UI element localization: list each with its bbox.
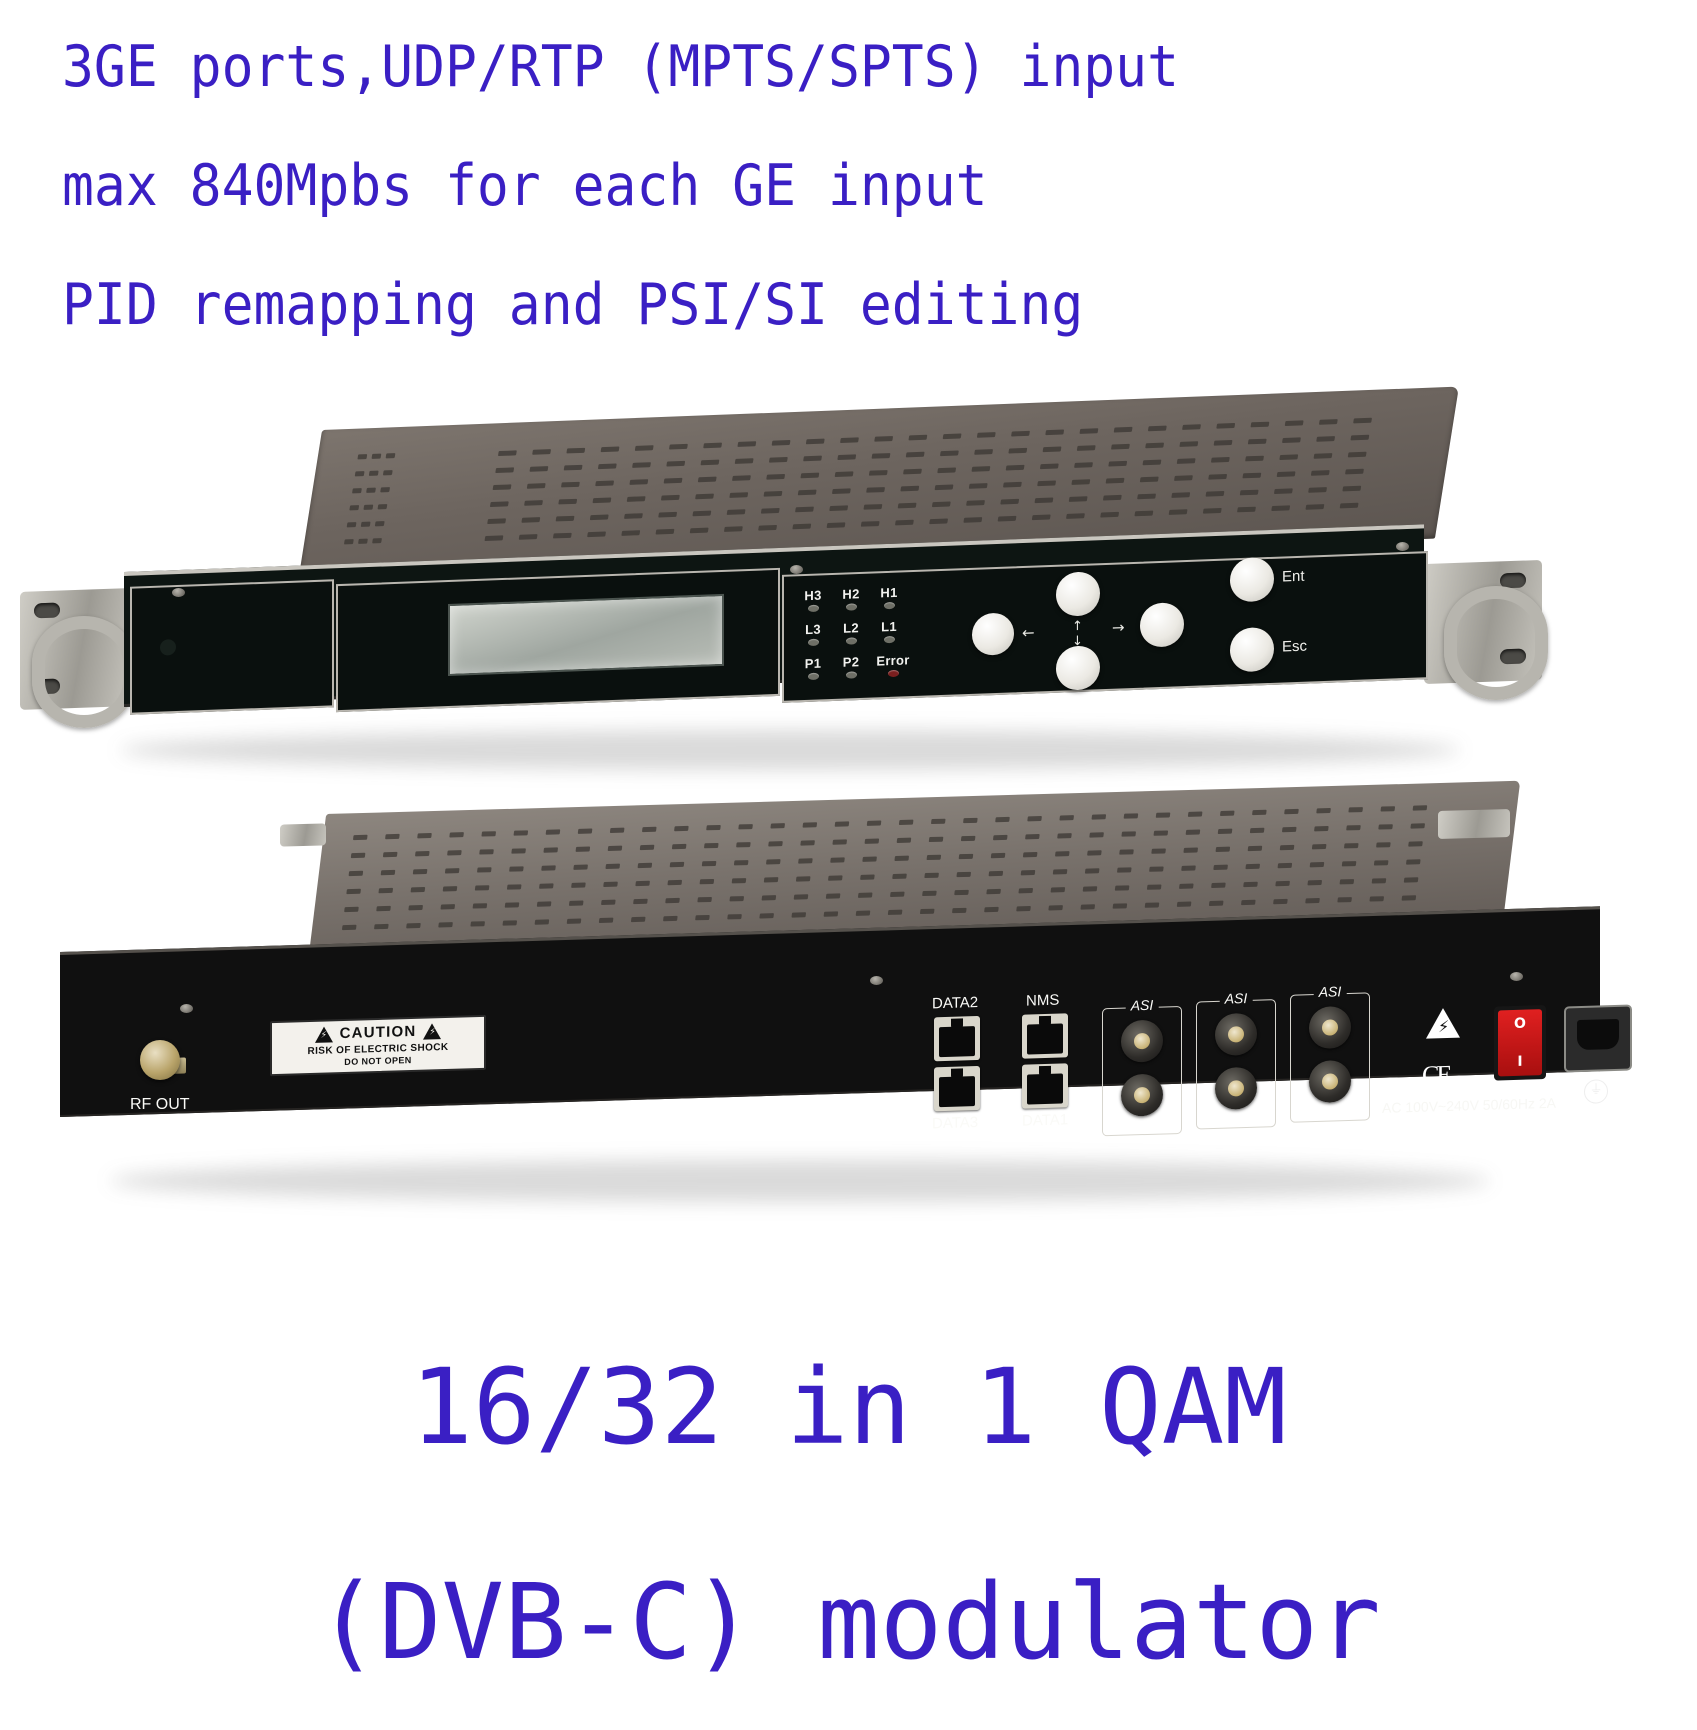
port-label-data2: DATA2 bbox=[932, 993, 979, 1013]
escape-button[interactable] bbox=[1230, 626, 1274, 673]
rear-screw-left bbox=[180, 1004, 193, 1013]
arrow-up-icon: ↑ bbox=[1072, 618, 1083, 635]
hazard-warning-icon: ⚡ bbox=[1426, 1007, 1460, 1039]
ethernet-port-data1[interactable] bbox=[1022, 1063, 1068, 1109]
ir-sensor-icon bbox=[160, 639, 176, 656]
hazard-triangle-right-icon: ⚡ bbox=[423, 1022, 442, 1040]
power-switch-on-label: I bbox=[1517, 1053, 1523, 1070]
asi-port-block: ASI ASI ASI bbox=[1102, 983, 1392, 1141]
rear-ear-left bbox=[280, 823, 326, 847]
port-label-nms: NMS bbox=[1026, 991, 1060, 1010]
asi-group-3: ASI bbox=[1290, 983, 1370, 1123]
enter-button-label: Ent bbox=[1282, 567, 1305, 586]
escape-button-label: Esc bbox=[1282, 637, 1308, 656]
led-dot-error bbox=[887, 669, 899, 678]
led-label-h2: H2 bbox=[842, 586, 860, 602]
led-indicator-block: H3 H2 H1 L3 L2 L1 P1 P2 Error bbox=[792, 568, 992, 685]
asi-group-1: ASI bbox=[1102, 996, 1182, 1137]
led-dot-h2 bbox=[845, 603, 857, 611]
nav-button-up[interactable] bbox=[1056, 571, 1100, 617]
rf-out-label: RF OUT bbox=[130, 1096, 190, 1113]
rear-ear-right bbox=[1438, 809, 1510, 839]
led-label-p2: P2 bbox=[842, 654, 860, 670]
front-bezel-left bbox=[130, 579, 334, 715]
marketing-line-3: PID remapping and PSI/SI editing bbox=[62, 272, 1084, 338]
arrow-right-icon: → bbox=[1112, 618, 1125, 637]
nav-button-right[interactable] bbox=[1140, 602, 1184, 648]
led-label-l1: L1 bbox=[881, 618, 897, 635]
device-rear-view: RF OUT ⚡ CAUTION ⚡ RISK OF ELECTRIC SHOC… bbox=[60, 780, 1632, 1180]
hazard-triangle-left-icon: ⚡ bbox=[314, 1025, 333, 1043]
led-label-l3: L3 bbox=[805, 621, 821, 638]
lcd-display bbox=[448, 593, 724, 677]
asi-connector-2a[interactable] bbox=[1215, 1012, 1257, 1056]
device-front-view: H3 H2 H1 L3 L2 L1 P1 P2 Error ← ↑ ↓ → En… bbox=[12, 386, 1552, 750]
front-bezel-lcd bbox=[336, 567, 780, 713]
navigation-keypad: ← ↑ ↓ → Ent Esc bbox=[972, 556, 1307, 691]
hazard-bolt-glyph: ⚡ bbox=[1438, 1016, 1450, 1037]
rf-out-connector[interactable] bbox=[140, 1040, 180, 1080]
nav-button-left[interactable] bbox=[972, 612, 1014, 656]
asi-label-2: ASI bbox=[1219, 989, 1253, 1007]
handle-right[interactable] bbox=[1444, 586, 1548, 700]
power-section: ⚡ CE O I ⏚ AC 100V~240V 50/60Hz 2A bbox=[1382, 983, 1632, 1140]
marketing-line-1: 3GE ports,UDP/RTP (MPTS/SPTS) input bbox=[62, 34, 1180, 100]
led-dot-p1 bbox=[807, 672, 819, 681]
asi-connector-2b[interactable] bbox=[1215, 1066, 1257, 1110]
front-screw-left bbox=[172, 588, 185, 597]
port-label-data3: DATA3 bbox=[932, 1113, 979, 1133]
rear-screw-mid bbox=[870, 976, 883, 985]
arrow-left-icon: ← bbox=[1022, 623, 1035, 643]
asi-label-3: ASI bbox=[1313, 983, 1347, 1001]
led-label-error: Error bbox=[876, 652, 910, 669]
led-label-h1: H1 bbox=[880, 584, 898, 601]
ethernet-port-data2[interactable] bbox=[934, 1015, 980, 1062]
handle-left[interactable] bbox=[32, 616, 136, 728]
ground-terminal-icon: ⏚ bbox=[1584, 1079, 1608, 1104]
led-dot-l3 bbox=[807, 638, 819, 647]
enter-button[interactable] bbox=[1230, 556, 1274, 603]
ac-inlet-socket[interactable] bbox=[1564, 1004, 1632, 1073]
led-label-l2: L2 bbox=[843, 620, 859, 636]
product-title-line-2: (DVB-C) modulator bbox=[316, 1561, 1381, 1683]
led-label-h3: H3 bbox=[804, 587, 822, 604]
led-dot-p2 bbox=[845, 671, 857, 679]
power-switch[interactable]: O I bbox=[1494, 1005, 1546, 1081]
marketing-copy-top: 3GE ports,UDP/RTP (MPTS/SPTS) input max … bbox=[62, 8, 1462, 365]
front-screw-right bbox=[1396, 542, 1409, 551]
ethernet-port-nms[interactable] bbox=[1022, 1013, 1068, 1059]
marketing-line-2: max 840Mpbs for each GE input bbox=[62, 153, 988, 219]
port-label-data1: DATA1 bbox=[1022, 1111, 1069, 1130]
power-switch-off-label: O bbox=[1514, 1015, 1526, 1032]
asi-connector-3a[interactable] bbox=[1309, 1005, 1351, 1050]
ac-rating-label: AC 100V~240V 50/60Hz 2A bbox=[1382, 1094, 1556, 1116]
product-title-line-1: 16/32 in 1 QAM bbox=[410, 1346, 1287, 1468]
led-dot-h1 bbox=[883, 601, 895, 610]
led-dot-l2 bbox=[845, 637, 857, 645]
asi-connector-3b[interactable] bbox=[1309, 1059, 1351, 1104]
caution-label: ⚡ CAUTION ⚡ RISK OF ELECTRIC SHOCK DO NO… bbox=[270, 1014, 486, 1077]
caution-title: CAUTION bbox=[339, 1022, 417, 1043]
led-dot-h3 bbox=[807, 604, 819, 613]
led-label-p1: P1 bbox=[804, 655, 822, 672]
led-dot-l1 bbox=[883, 635, 895, 644]
marketing-copy-bottom: 16/32 in 1 QAM (DVB-C) modulator bbox=[0, 1300, 1697, 1730]
asi-group-2: ASI bbox=[1196, 989, 1276, 1130]
ethernet-port-data3[interactable] bbox=[934, 1065, 980, 1112]
asi-connector-1a[interactable] bbox=[1121, 1019, 1163, 1063]
front-screw-mid bbox=[790, 565, 803, 574]
ce-mark: CE bbox=[1422, 1059, 1450, 1090]
asi-label-1: ASI bbox=[1125, 996, 1159, 1014]
rear-screw-right bbox=[1510, 972, 1523, 981]
asi-connector-1b[interactable] bbox=[1121, 1073, 1163, 1117]
